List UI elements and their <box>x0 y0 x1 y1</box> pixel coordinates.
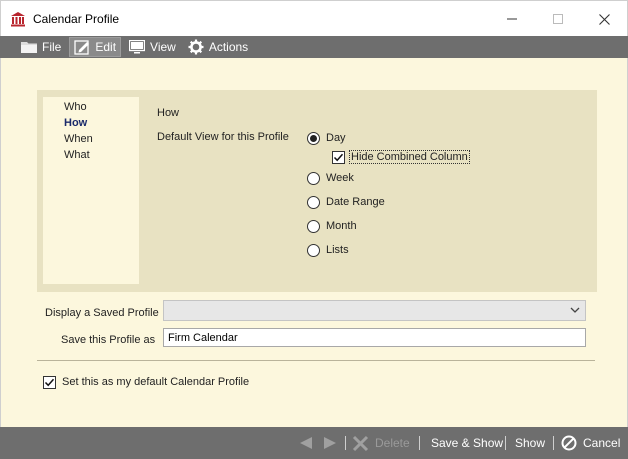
profile-name-input[interactable] <box>163 328 586 347</box>
menu-file[interactable]: File <box>17 37 65 57</box>
gear-icon <box>188 39 204 55</box>
menu-actions[interactable]: Actions <box>184 37 252 57</box>
saved-profile-select[interactable] <box>163 300 586 321</box>
save-and-show-button[interactable]: Save & Show <box>431 427 503 459</box>
checkmark-icon <box>333 153 344 161</box>
nav-item-what[interactable]: What <box>43 147 139 163</box>
hide-combined-column-checkbox[interactable]: Hide Combined Column <box>332 149 470 165</box>
radio-date-range[interactable]: Date Range <box>307 194 385 210</box>
delete-label: Delete <box>375 436 410 450</box>
radio-month-label: Month <box>326 220 357 232</box>
hide-combined-column-label: Hide Combined Column <box>349 150 470 164</box>
display-saved-profile-label: Display a Saved Profile <box>45 307 159 319</box>
radio-lists-label: Lists <box>326 244 349 256</box>
menu-view[interactable]: View <box>125 37 180 57</box>
radio-week-button[interactable] <box>307 171 320 185</box>
menu-edit[interactable]: Edit <box>69 37 122 57</box>
courthouse-app-icon <box>10 11 26 27</box>
section-nav-list: Who How When What <box>43 97 139 284</box>
window-title: Calendar Profile <box>33 12 120 26</box>
delete-x-icon <box>352 435 369 451</box>
menu-bar: File Edit View Actions <box>0 36 628 58</box>
delete-button[interactable]: Delete <box>352 427 410 459</box>
set-default-profile-box[interactable] <box>43 375 56 389</box>
radio-week-label: Week <box>326 172 354 184</box>
cancel-circle-icon <box>561 435 577 451</box>
next-button[interactable] <box>322 427 338 459</box>
save-and-show-label: Save & Show <box>431 436 504 450</box>
default-view-label: Default View for this Profile <box>157 131 289 143</box>
maximize-icon <box>553 14 563 24</box>
radio-date-range-label: Date Range <box>326 196 385 208</box>
section-title: How <box>157 107 180 119</box>
close-button[interactable] <box>581 5 627 33</box>
show-button[interactable]: Show <box>515 427 545 459</box>
minimize-icon <box>507 18 517 20</box>
monitor-icon <box>129 40 146 54</box>
radio-date-range-button[interactable] <box>307 195 320 209</box>
close-icon <box>598 13 610 25</box>
radio-lists[interactable]: Lists <box>307 242 349 258</box>
radio-day-label: Day <box>326 132 346 144</box>
menu-edit-label: Edit <box>95 40 117 54</box>
edit-pencil-icon <box>74 40 90 55</box>
arrow-left-icon <box>300 437 312 449</box>
chevron-down-icon <box>570 307 580 313</box>
cancel-label: Cancel <box>583 436 621 450</box>
nav-item-when[interactable]: When <box>43 131 139 147</box>
checkmark-icon <box>44 378 55 386</box>
folder-icon <box>21 42 37 53</box>
profile-panel: Who How When What How Default View for t… <box>37 90 597 292</box>
radio-day-button[interactable] <box>307 131 320 145</box>
previous-button[interactable] <box>298 427 314 459</box>
set-default-profile-label: Set this as my default Calendar Profile <box>62 376 250 388</box>
nav-item-how[interactable]: How <box>43 115 139 131</box>
radio-lists-button[interactable] <box>307 243 320 257</box>
content-area: Who How When What How Default View for t… <box>0 58 628 427</box>
title-bar: Calendar Profile <box>0 0 628 36</box>
nav-item-who[interactable]: Who <box>43 99 139 115</box>
radio-day[interactable]: Day <box>307 130 346 146</box>
separator <box>553 436 554 450</box>
save-profile-as-label: Save this Profile as <box>61 334 156 346</box>
menu-file-label: File <box>42 40 62 54</box>
radio-month[interactable]: Month <box>307 218 357 234</box>
radio-week[interactable]: Week <box>307 170 354 186</box>
menu-view-label: View <box>150 40 176 54</box>
separator <box>505 436 506 450</box>
radio-month-button[interactable] <box>307 219 320 233</box>
cancel-button[interactable]: Cancel <box>561 427 620 459</box>
show-label: Show <box>515 436 546 450</box>
section-divider <box>37 360 595 361</box>
hide-combined-column-box[interactable] <box>332 150 345 164</box>
minimize-button[interactable] <box>489 5 535 33</box>
separator <box>345 436 346 450</box>
action-bar: Delete Save & Show Show Cancel <box>0 427 628 459</box>
maximize-button[interactable] <box>535 5 581 33</box>
separator <box>419 436 420 450</box>
set-default-profile-checkbox[interactable]: Set this as my default Calendar Profile <box>43 374 250 390</box>
menu-actions-label: Actions <box>208 40 249 54</box>
arrow-right-icon <box>324 437 336 449</box>
